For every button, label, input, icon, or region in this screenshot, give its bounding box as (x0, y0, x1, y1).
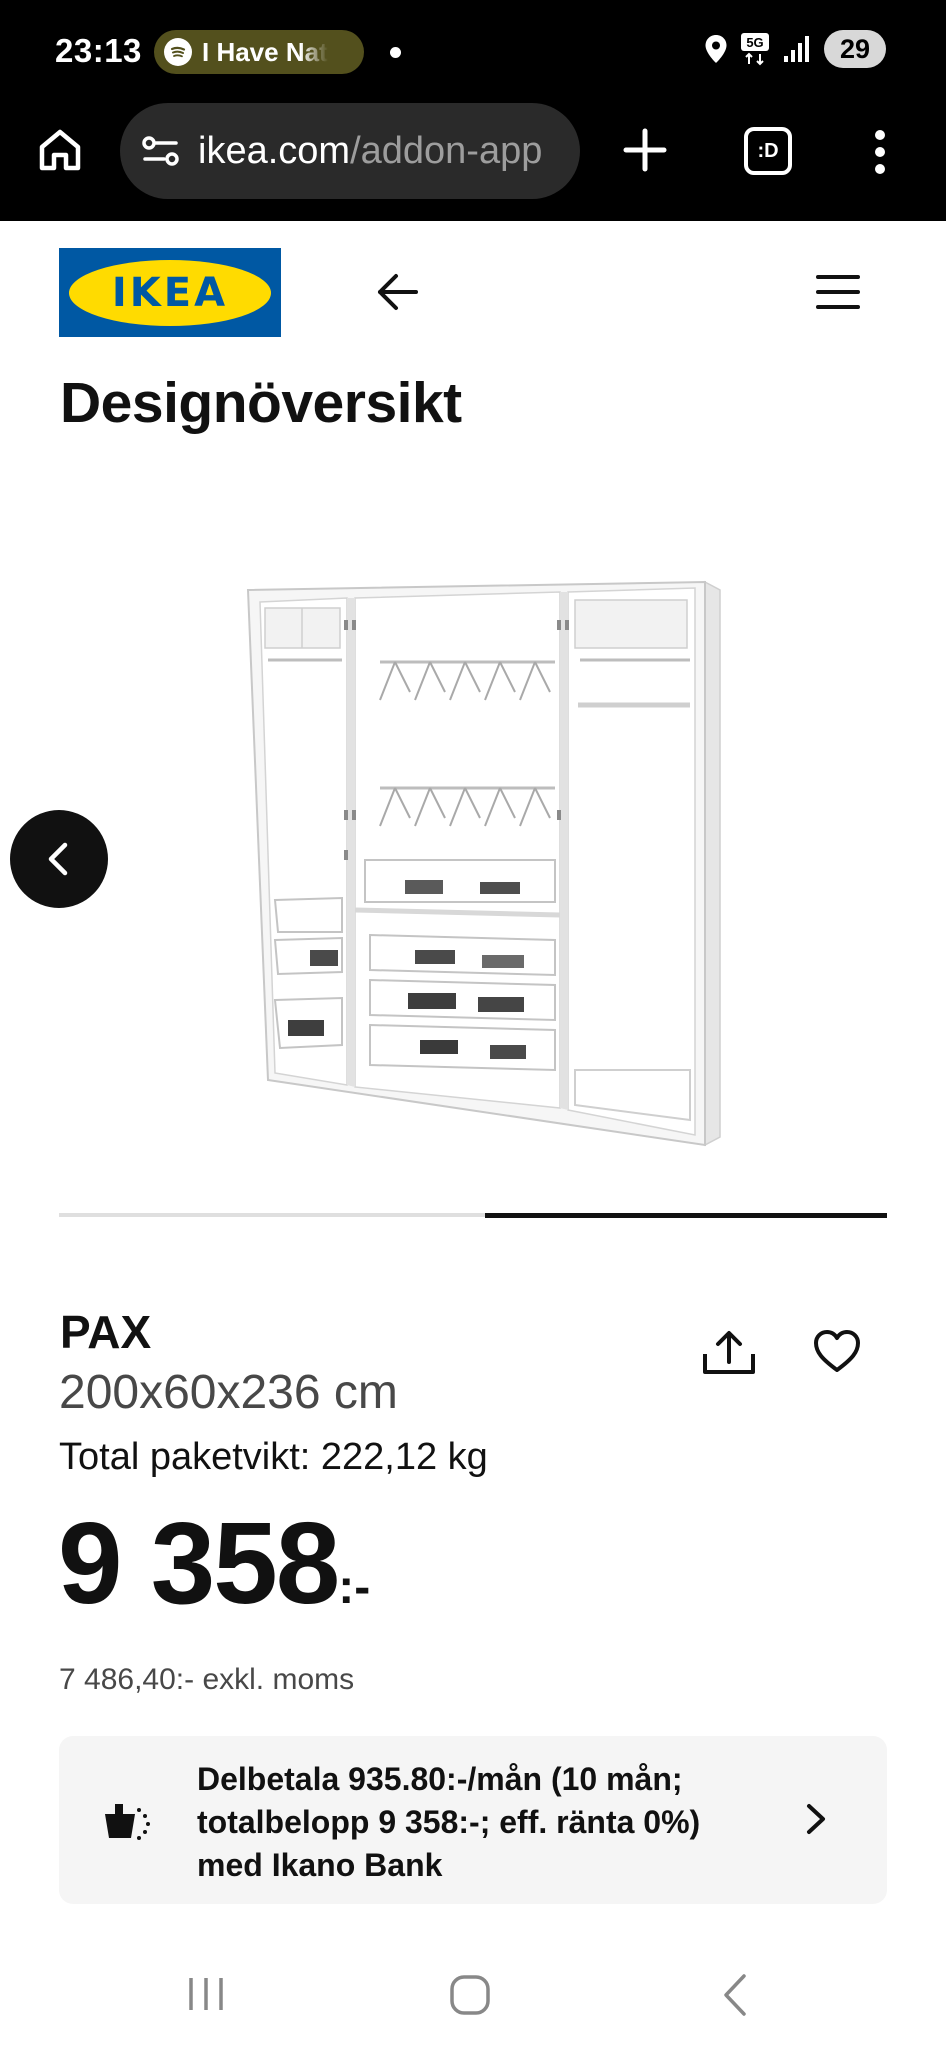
url-domain: ikea.com (198, 129, 351, 172)
carousel-previous-button[interactable] (10, 810, 108, 908)
media-pill[interactable]: I Have Nat (154, 30, 364, 74)
back-arrow-icon[interactable] (374, 268, 422, 316)
media-title: I Have Nat (202, 36, 328, 67)
hamburger-menu-icon[interactable] (815, 272, 861, 312)
product-weight: Total paketvikt: 222,12 kg (59, 1436, 488, 1478)
share-icon[interactable] (700, 1328, 758, 1376)
ikea-logo-text: IKEA (111, 269, 229, 316)
network-label: 5G (746, 35, 763, 50)
location-icon (705, 35, 727, 63)
notification-dot-icon (390, 47, 401, 58)
carousel-progress-indicator (485, 1213, 887, 1218)
address-bar[interactable]: ikea.com/addon-app (120, 103, 580, 199)
5g-network-icon: 5G (741, 33, 769, 66)
carousel-progress-track (59, 1213, 887, 1218)
system-navigation-bar (0, 1940, 946, 2049)
price-amount: 9 358 (58, 1498, 340, 1628)
new-tab-icon[interactable] (620, 125, 670, 175)
system-back-icon[interactable] (720, 1972, 750, 2018)
favorite-heart-icon[interactable] (812, 1328, 862, 1376)
payment-installment-icon (105, 1804, 150, 1840)
more-options-icon[interactable] (870, 127, 890, 177)
clock: 23:13 (55, 32, 142, 69)
chevron-right-icon (807, 1804, 825, 1834)
recent-apps-icon[interactable] (186, 1974, 226, 2014)
browser-toolbar: ikea.com/addon-app :D (0, 103, 946, 221)
product-dimensions: 200x60x236 cm (59, 1366, 398, 1419)
price-excl-vat: 7 486,40:- exkl. moms (59, 1663, 355, 1696)
installment-banner[interactable]: Delbetala 935.80:-/mån (10 mån; totalbel… (59, 1736, 887, 1904)
home-icon[interactable] (35, 125, 85, 175)
product-name: PAX (60, 1306, 152, 1358)
installment-text: Delbetala 935.80:-/mån (10 mån; totalbel… (197, 1761, 701, 1883)
page-title: Designöversikt (60, 371, 462, 435)
battery-indicator: 29 (824, 30, 886, 68)
system-home-icon[interactable] (449, 1974, 491, 2016)
signal-icon (784, 36, 809, 62)
url-text: ikea.com/addon-app (198, 130, 542, 173)
price-suffix: :- (338, 1561, 371, 1614)
chevron-left-icon (48, 842, 68, 876)
status-bar: 23:13 I Have Nat 5G 29 (0, 0, 946, 103)
site-settings-icon[interactable] (140, 133, 182, 169)
product-price: 9 358:- (58, 1505, 370, 1621)
url-path: /addon-app (350, 129, 543, 172)
wardrobe-product-image[interactable] (230, 560, 730, 1160)
ikea-logo-oval: IKEA (69, 259, 271, 326)
ikea-logo[interactable]: IKEA (59, 248, 281, 337)
spotify-icon (164, 38, 192, 66)
tab-switcher-button[interactable]: :D (744, 127, 792, 175)
status-icons: 5G 29 (704, 30, 886, 68)
